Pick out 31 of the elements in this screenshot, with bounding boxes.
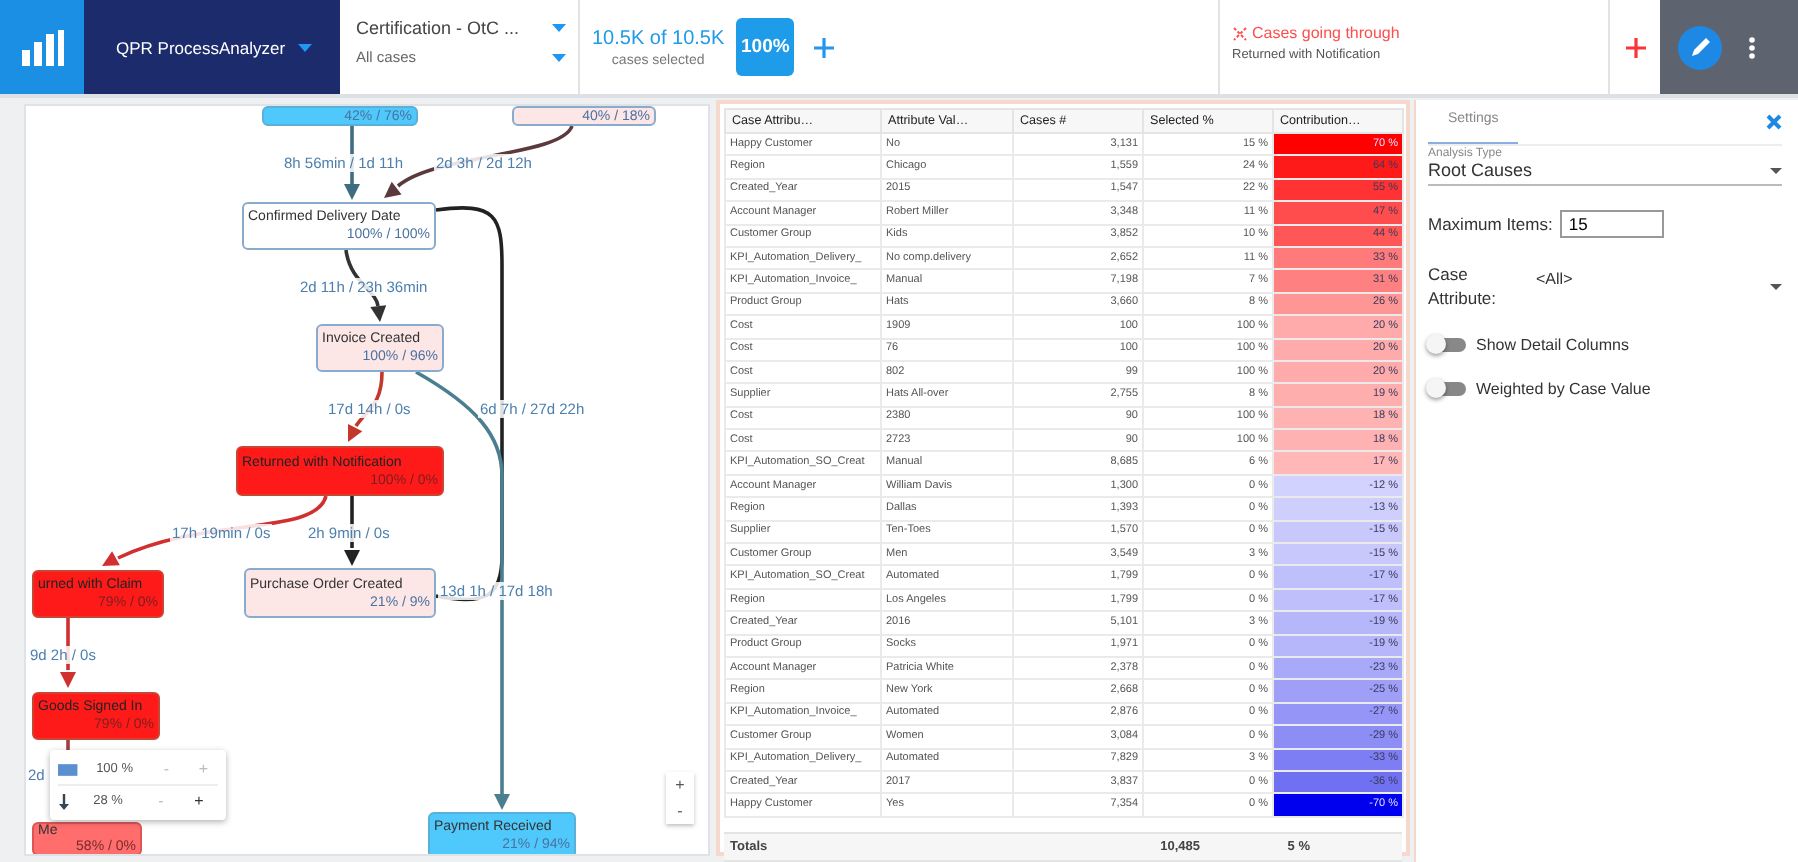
case-count: 10.5K of 10.5K bbox=[592, 27, 725, 49]
toggle-label: Show Detail Columns bbox=[1476, 336, 1629, 354]
case-attribute-select[interactable]: Case Attribute: <All> bbox=[1428, 262, 1782, 310]
toggle-switch[interactable] bbox=[1428, 382, 1466, 396]
edit-button[interactable] bbox=[1678, 25, 1722, 69]
toggle-label: Weighted by Case Value bbox=[1476, 380, 1651, 398]
toggle-switch[interactable] bbox=[1428, 338, 1466, 352]
node-size-icon bbox=[58, 763, 78, 775]
plus-icon[interactable] bbox=[1625, 37, 1645, 57]
selection-badge: 100% bbox=[736, 18, 795, 76]
caret-icon[interactable] bbox=[552, 53, 566, 61]
more-menu-icon[interactable] bbox=[1748, 35, 1756, 59]
bar-chart-icon[interactable] bbox=[21, 29, 63, 65]
field-label: Case Attribute: bbox=[1428, 262, 1499, 310]
caret-icon[interactable] bbox=[297, 43, 312, 51]
zoom-out-button[interactable]: - bbox=[666, 798, 694, 824]
plus-icon[interactable] bbox=[814, 37, 835, 57]
app-name[interactable]: QPR ProcessAnalyzer bbox=[116, 37, 286, 57]
caret-icon[interactable] bbox=[552, 24, 566, 32]
model-name[interactable]: Certification - OtC ... bbox=[356, 18, 520, 38]
caret-icon bbox=[1770, 283, 1782, 289]
field-label: Maximum Items: bbox=[1428, 214, 1553, 234]
zoom-in-button[interactable]: + bbox=[666, 772, 694, 798]
caret-icon bbox=[1770, 167, 1782, 173]
select-value: <All> bbox=[1536, 269, 1575, 287]
close-icon[interactable] bbox=[1766, 114, 1782, 130]
filter-icon[interactable] bbox=[1232, 25, 1248, 41]
max-items-input[interactable]: 15 bbox=[1560, 210, 1665, 238]
arrow-down-icon bbox=[58, 793, 70, 809]
increase-button[interactable]: + bbox=[184, 792, 214, 810]
select-value: Root Causes bbox=[1428, 160, 1533, 180]
